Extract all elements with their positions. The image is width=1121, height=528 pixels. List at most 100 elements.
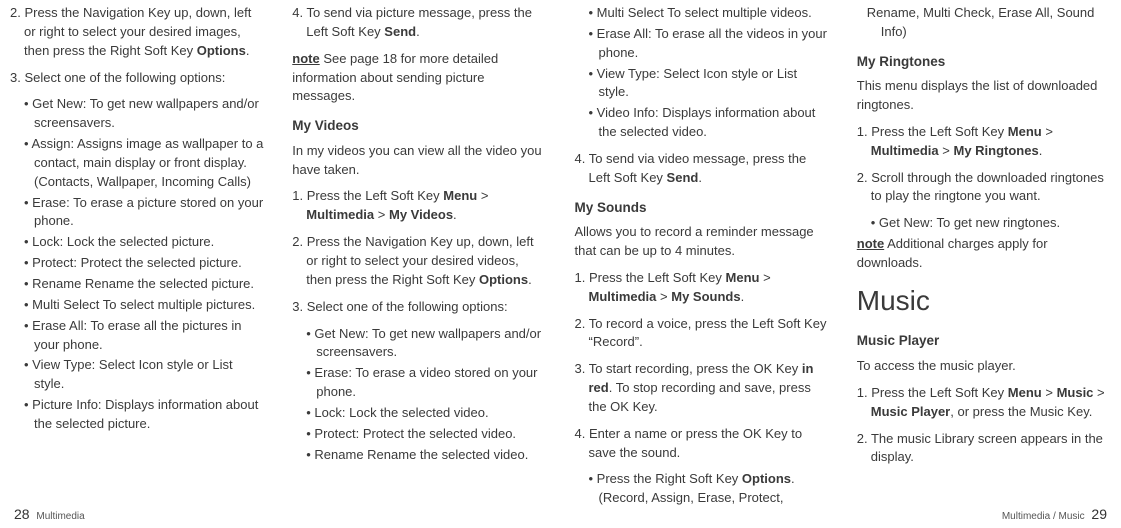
- list-item: Rename Rename the selected picture.: [24, 275, 264, 294]
- page-number-left: 28: [14, 504, 30, 524]
- footer-right: Multimedia / Music 29: [1002, 504, 1111, 525]
- bold: Music Player: [871, 404, 951, 419]
- bold: My Videos: [389, 207, 453, 222]
- footer-left-text: Multimedia: [36, 511, 84, 522]
- col1-step-2: 2. Press the Navigation Key up, down, le…: [10, 4, 264, 61]
- text: >: [1042, 124, 1053, 139]
- col3-step-4: 4. To send via video message, press the …: [575, 150, 829, 188]
- text: 1. Press the Left Soft Key: [857, 385, 1008, 400]
- list-item: Get New: To get new wallpapers and/or sc…: [24, 95, 264, 133]
- list-item: Assign: Assigns image as wallpaper to a …: [24, 135, 264, 192]
- list-item: Erase: To erase a video stored on your p…: [306, 364, 546, 402]
- list-item: Video Info: Displays information about t…: [589, 104, 829, 142]
- col4-mp-step-2: 2. The music Library screen appears in t…: [857, 430, 1111, 468]
- column-2: 4. To send via picture message, press th…: [292, 4, 546, 510]
- col2-step-4: 4. To send via picture message, press th…: [292, 4, 546, 42]
- text: .: [1039, 143, 1043, 158]
- col2-step-2: 2. Press the Navigation Key up, down, le…: [292, 233, 546, 290]
- list-item: Press the Right Soft Key Options. (Recor…: [589, 470, 829, 508]
- col3-step-1: 1. Press the Left Soft Key Menu > Multim…: [575, 269, 829, 307]
- list-item: Protect: Protect the selected video.: [306, 425, 546, 444]
- bold: My Sounds: [671, 289, 740, 304]
- bold: Menu: [1008, 124, 1042, 139]
- list-item: Lock: Lock the selected video.: [306, 404, 546, 423]
- text: .: [698, 170, 702, 185]
- col2-step-1: 1. Press the Left Soft Key Menu > Multim…: [292, 187, 546, 225]
- text: 3. To start recording, press the OK Key: [575, 361, 802, 376]
- text: >: [1042, 385, 1057, 400]
- text: >: [374, 207, 389, 222]
- subhead-music-player: Music Player: [857, 331, 1111, 351]
- col4-continuation: Rename, Multi Check, Erase All, Sound In…: [857, 4, 1111, 42]
- col3-sub-bullet: Press the Right Soft Key Options. (Recor…: [575, 470, 829, 508]
- list-item: Erase All: To erase all the videos in yo…: [589, 25, 829, 63]
- col3-step-4b: 4. Enter a name or press the OK Key to s…: [575, 425, 829, 463]
- col4-step-2: 2. Scroll through the downloaded rington…: [857, 169, 1111, 207]
- text: 1. Press the Left Soft Key: [857, 124, 1008, 139]
- list-item: View Type: Select Icon style or List sty…: [24, 356, 264, 394]
- col3-intro: Allows you to record a reminder message …: [575, 223, 829, 261]
- list-item: Picture Info: Displays information about…: [24, 396, 264, 434]
- col1-bullets: Get New: To get new wallpapers and/or sc…: [10, 95, 264, 433]
- bold: Menu: [443, 188, 477, 203]
- section-heading-music: Music: [857, 281, 1111, 322]
- bold: Multimedia: [871, 143, 939, 158]
- col4-mp-step-1: 1. Press the Left Soft Key Menu > Music …: [857, 384, 1111, 422]
- bold: Multimedia: [589, 289, 657, 304]
- list-item: Multi Select To select multiple videos.: [589, 4, 829, 23]
- bold: My Ringtones: [953, 143, 1038, 158]
- col4-bullets: Get New: To get new ringtones.: [857, 214, 1111, 233]
- col2-step-3: 3. Select one of the following options:: [292, 298, 546, 317]
- bold: Multimedia: [306, 207, 374, 222]
- text: .: [453, 207, 457, 222]
- list-item: Rename Rename the selected video.: [306, 446, 546, 465]
- text: >: [477, 188, 488, 203]
- col3-step-3: 3. To start recording, press the OK Key …: [575, 360, 829, 417]
- text: , or press the Music Key.: [950, 404, 1092, 419]
- bold: Menu: [726, 270, 760, 285]
- col3-step-2: 2. To record a voice, press the Left Sof…: [575, 315, 829, 353]
- text: .: [416, 24, 420, 39]
- col4-step-1: 1. Press the Left Soft Key Menu > Multim…: [857, 123, 1111, 161]
- column-4: Rename, Multi Check, Erase All, Sound In…: [857, 4, 1111, 510]
- subhead-my-videos: My Videos: [292, 116, 546, 136]
- text: 1. Press the Left Soft Key: [575, 270, 726, 285]
- list-item: View Type: Select Icon style or List sty…: [589, 65, 829, 103]
- col3-bullets-top: Multi Select To select multiple videos. …: [575, 4, 829, 142]
- note-label: note: [857, 236, 884, 251]
- footer-left: 28 Multimedia: [10, 504, 85, 525]
- note-text: Additional charges apply for downloads.: [857, 236, 1048, 270]
- page-number-right: 29: [1091, 504, 1107, 524]
- subhead-my-ringtones: My Ringtones: [857, 52, 1111, 72]
- list-item: Erase All: To erase all the pictures in …: [24, 317, 264, 355]
- text: Press the Right Soft Key: [597, 471, 742, 486]
- bold: Options: [742, 471, 791, 486]
- text: .: [246, 43, 250, 58]
- bold: Send: [667, 170, 699, 185]
- bold: Music: [1057, 385, 1094, 400]
- bold: Menu: [1008, 385, 1042, 400]
- text: .: [528, 272, 532, 287]
- column-1: 2. Press the Navigation Key up, down, le…: [10, 4, 264, 510]
- col2-bullets: Get New: To get new wallpapers and/or sc…: [292, 325, 546, 465]
- list-item: Multi Select To select multiple pictures…: [24, 296, 264, 315]
- col2-note: note See page 18 for more detailed infor…: [292, 50, 546, 107]
- text: >: [939, 143, 954, 158]
- column-3: Multi Select To select multiple videos. …: [575, 4, 829, 510]
- list-item: Get New: To get new wallpapers and/or sc…: [306, 325, 546, 363]
- bold: Send: [384, 24, 416, 39]
- text: 1. Press the Left Soft Key: [292, 188, 443, 203]
- col2-intro: In my videos you can view all the video …: [292, 142, 546, 180]
- col4-note: note Additional charges apply for downlo…: [857, 235, 1111, 273]
- bold: Options: [197, 43, 246, 58]
- list-item: Erase: To erase a picture stored on your…: [24, 194, 264, 232]
- text: >: [656, 289, 671, 304]
- footer-right-text: Multimedia / Music: [1002, 511, 1085, 522]
- subhead-my-sounds: My Sounds: [575, 198, 829, 218]
- col4-intro2: To access the music player.: [857, 357, 1111, 376]
- col1-step-3: 3. Select one of the following options:: [10, 69, 264, 88]
- list-item: Get New: To get new ringtones.: [871, 214, 1111, 233]
- text: .: [741, 289, 745, 304]
- list-item: Lock: Lock the selected picture.: [24, 233, 264, 252]
- list-item: Protect: Protect the selected picture.: [24, 254, 264, 273]
